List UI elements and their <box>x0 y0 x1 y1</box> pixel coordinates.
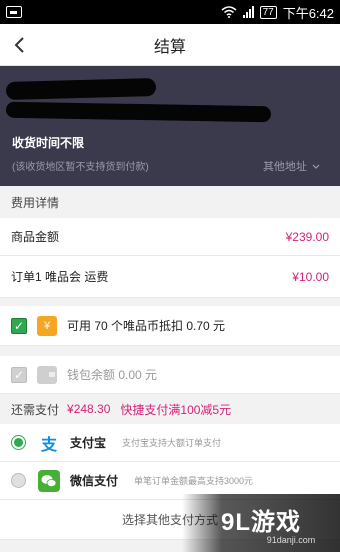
wechat-icon <box>38 469 60 492</box>
vip-coin-row[interactable]: ✓ ¥ 可用 70 个唯品币抵扣 0.70 元 <box>0 306 340 346</box>
watermark-url: 91danji.com <box>266 534 316 545</box>
payment-method-name: 支付宝 <box>70 436 107 450</box>
title-bar: 结算 <box>0 24 340 66</box>
redacted-address <box>5 101 272 123</box>
fee-section-header: 费用详情 <box>0 186 340 218</box>
other-address-label: 其他地址 <box>262 161 307 173</box>
wallet-row[interactable]: ✓ 钱包余额 0.00 元 <box>0 356 340 394</box>
goods-amount-label: 商品金额 <box>11 230 60 244</box>
payment-method-alipay[interactable]: 支 支付宝 支付宝支持大额订单支付 <box>0 424 340 462</box>
alipay-icon: 支 <box>40 436 57 454</box>
shipping-fee-row: 订单1 唯品会 运费 ¥10.00 <box>0 256 340 298</box>
remaining-payment-header: 还需支付 ¥248.30 快捷支付满100减5元 <box>0 394 340 424</box>
clock: 下午6:42 <box>282 5 334 21</box>
payment-method-desc: 支付宝支持大额订单支付 <box>122 438 222 448</box>
watermark-logo: 9L游戏 <box>220 508 301 536</box>
goods-amount-row: 商品金额 ¥239.00 <box>0 218 340 256</box>
shipping-fee-value: ¥10.00 <box>292 269 329 284</box>
vip-coin-icon: ¥ <box>37 315 57 336</box>
signal-icon <box>242 6 254 18</box>
shipping-fee-label: 订单1 唯品会 运费 <box>11 270 109 284</box>
payment-method-name: 微信支付 <box>70 474 119 488</box>
other-address-link[interactable]: 其他地址 <box>263 158 320 174</box>
site-watermark: 9L游戏 91danji.com <box>182 494 340 552</box>
notification-icon <box>6 6 22 18</box>
cod-notice: (该收货地区暂不支持货到付款) <box>12 162 149 173</box>
redacted-name <box>5 78 157 100</box>
vip-coin-checkbox[interactable]: ✓ <box>11 317 27 334</box>
vip-coin-label: 可用 70 个唯品币抵扣 0.70 元 <box>67 319 226 333</box>
page-title: 结算 <box>153 38 186 56</box>
alipay-radio[interactable] <box>11 435 26 450</box>
wallet-label: 钱包余额 0.00 元 <box>67 368 158 382</box>
wechat-radio[interactable] <box>11 473 26 488</box>
wifi-icon <box>221 6 237 18</box>
remaining-label: 还需支付 <box>11 402 60 417</box>
promo-text: 快捷支付满100减5元 <box>120 402 232 417</box>
goods-amount-value: ¥239.00 <box>285 229 329 244</box>
delivery-time: 收货时间不限 <box>12 136 85 150</box>
status-bar: 77 下午6:42 <box>0 0 340 24</box>
back-arrow-icon[interactable] <box>10 35 30 55</box>
fee-section-title: 费用详情 <box>11 195 60 210</box>
payment-method-desc: 单笔订单金额最高支持3000元 <box>134 476 254 486</box>
wallet-checkbox[interactable]: ✓ <box>11 366 27 383</box>
wallet-icon <box>37 365 57 384</box>
remaining-value: ¥248.30 <box>67 402 111 416</box>
chevron-down-icon <box>312 164 320 169</box>
address-card[interactable]: 收货时间不限 (该收货地区暂不支持货到付款) 其他地址 <box>0 66 340 186</box>
battery-indicator: 77 <box>259 5 277 19</box>
